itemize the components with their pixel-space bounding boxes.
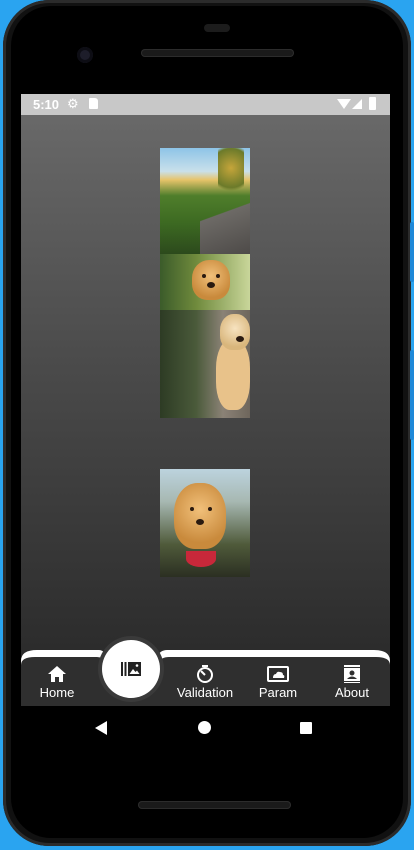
dog-nose (207, 282, 215, 288)
nav-label-home: Home (39, 685, 75, 700)
front-camera-icon (77, 47, 93, 63)
recents-icon[interactable] (300, 722, 312, 734)
dog-head (220, 314, 250, 350)
app-screen: 5:10 ⚙ Home Validation Param About (21, 94, 390, 706)
nav-label-validation: Validation (176, 685, 234, 700)
nav-label-param: Param (258, 685, 298, 700)
golden-retriever-path-photo[interactable] (160, 310, 250, 418)
dog-eye (202, 274, 206, 278)
dog-eye (190, 507, 194, 511)
dog-head (192, 260, 230, 300)
golden-retriever-grass-photo[interactable] (160, 254, 250, 310)
system-navigation-bar (21, 706, 390, 748)
bottom-speaker-grill (138, 801, 291, 809)
cloud-panel-icon (267, 666, 289, 682)
dog-head (174, 483, 226, 549)
nav-item-param[interactable]: Param (243, 665, 313, 700)
nav-item-validation[interactable]: Validation (170, 665, 240, 700)
home-icon (48, 666, 66, 682)
status-time: 5:10 (33, 97, 60, 112)
signal-icon (352, 99, 362, 109)
contact-icon (344, 665, 360, 683)
timer-icon (197, 665, 213, 683)
dog-eye (208, 507, 212, 511)
dog-nose (236, 336, 244, 342)
sd-card-icon (89, 98, 98, 109)
nav-label-about: About (335, 685, 369, 700)
volume-button[interactable] (410, 222, 414, 282)
top-speaker-grill (141, 49, 294, 57)
red-bandana (186, 551, 216, 567)
back-icon[interactable] (95, 721, 107, 735)
dog-nose (196, 519, 204, 525)
earpiece-slot (204, 24, 230, 32)
power-button[interactable] (410, 350, 414, 440)
battery-icon (369, 97, 376, 110)
dog-eye (216, 274, 220, 278)
nav-item-about[interactable]: About (317, 665, 387, 700)
home-dot-icon[interactable] (198, 721, 211, 734)
nav-item-gallery-fab[interactable] (102, 640, 160, 698)
dog-body (216, 340, 250, 410)
road-shape (200, 184, 250, 254)
road-landscape-photo[interactable] (160, 148, 250, 254)
gallery-icon (121, 662, 141, 676)
nav-item-home[interactable]: Home (22, 665, 92, 700)
golden-retriever-car-photo[interactable] (160, 469, 250, 577)
wifi-icon (337, 99, 351, 109)
status-bar: 5:10 ⚙ (21, 94, 390, 115)
gear-icon: ⚙ (67, 96, 79, 111)
